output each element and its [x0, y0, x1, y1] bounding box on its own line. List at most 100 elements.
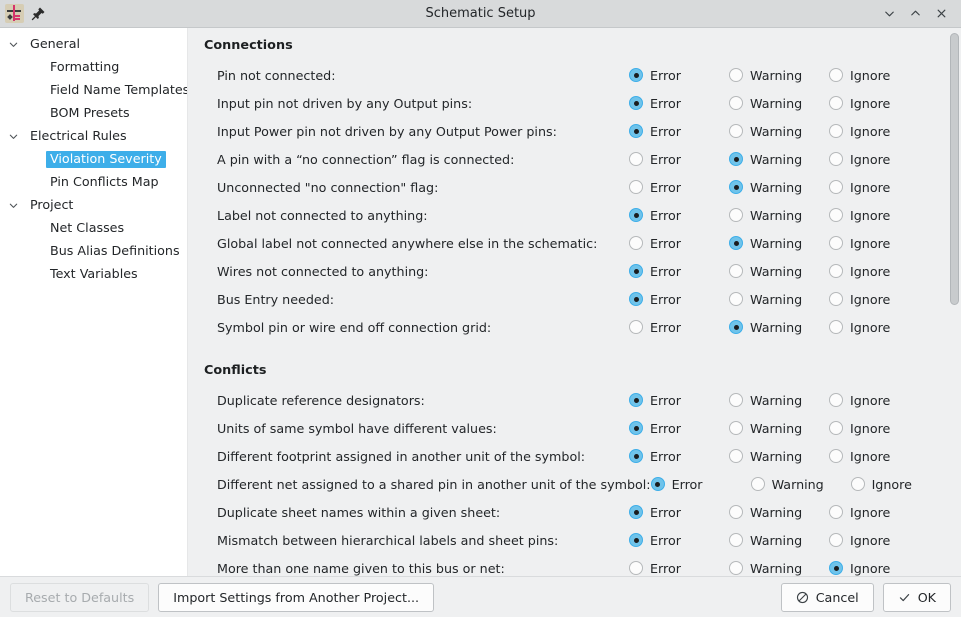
sidebar-item-violation-severity[interactable]: Violation Severity [0, 148, 187, 171]
import-settings-button[interactable]: Import Settings from Another Project... [158, 583, 434, 612]
radio-error[interactable]: Error [629, 264, 729, 279]
radio-indicator[interactable] [629, 208, 643, 222]
radio-indicator[interactable] [629, 180, 643, 194]
vertical-scrollbar[interactable] [947, 28, 961, 576]
radio-indicator[interactable] [729, 421, 743, 435]
radio-ignore[interactable]: Ignore [829, 421, 929, 436]
sidebar-item-general[interactable]: General [0, 33, 187, 56]
radio-error[interactable]: Error [629, 208, 729, 223]
radio-indicator[interactable] [829, 505, 843, 519]
cancel-button[interactable]: Cancel [781, 583, 874, 612]
radio-ignore[interactable]: Ignore [829, 180, 929, 195]
radio-ignore[interactable]: Ignore [829, 505, 929, 520]
radio-indicator[interactable] [629, 561, 643, 575]
radio-indicator[interactable] [729, 505, 743, 519]
radio-ignore[interactable]: Ignore [829, 533, 929, 548]
radio-indicator[interactable] [829, 68, 843, 82]
radio-ignore[interactable]: Ignore [829, 320, 929, 335]
radio-error[interactable]: Error [629, 124, 729, 139]
radio-indicator[interactable] [829, 180, 843, 194]
radio-ignore[interactable]: Ignore [829, 68, 929, 83]
radio-ignore[interactable]: Ignore [829, 96, 929, 111]
radio-indicator[interactable] [629, 449, 643, 463]
radio-ignore[interactable]: Ignore [829, 393, 929, 408]
sidebar-item-bom-presets[interactable]: BOM Presets [0, 102, 187, 125]
radio-ignore[interactable]: Ignore [829, 236, 929, 251]
scrollbar-thumb[interactable] [950, 33, 959, 305]
radio-indicator[interactable] [729, 393, 743, 407]
radio-warning[interactable]: Warning [729, 124, 829, 139]
radio-indicator[interactable] [829, 393, 843, 407]
radio-ignore[interactable]: Ignore [829, 264, 929, 279]
radio-ignore[interactable]: Ignore [829, 561, 929, 576]
radio-ignore[interactable]: Ignore [829, 449, 929, 464]
radio-ignore[interactable]: Ignore [829, 208, 929, 223]
radio-ignore[interactable]: Ignore [829, 124, 929, 139]
radio-indicator[interactable] [829, 320, 843, 334]
radio-warning[interactable]: Warning [729, 180, 829, 195]
radio-indicator[interactable] [729, 449, 743, 463]
radio-warning[interactable]: Warning [729, 561, 829, 576]
radio-indicator[interactable] [851, 477, 865, 491]
radio-indicator[interactable] [829, 421, 843, 435]
radio-indicator[interactable] [829, 449, 843, 463]
sidebar-item-formatting[interactable]: Formatting [0, 56, 187, 79]
radio-indicator[interactable] [629, 124, 643, 138]
radio-warning[interactable]: Warning [729, 236, 829, 251]
radio-error[interactable]: Error [629, 152, 729, 167]
sidebar-item-net-classes[interactable]: Net Classes [0, 217, 187, 240]
radio-error[interactable]: Error [629, 292, 729, 307]
radio-error[interactable]: Error [629, 393, 729, 408]
radio-indicator[interactable] [829, 561, 843, 575]
radio-indicator[interactable] [729, 180, 743, 194]
radio-warning[interactable]: Warning [729, 393, 829, 408]
sidebar-item-text-variables[interactable]: Text Variables [0, 263, 187, 286]
radio-indicator[interactable] [629, 421, 643, 435]
radio-indicator[interactable] [729, 264, 743, 278]
radio-indicator[interactable] [729, 152, 743, 166]
radio-error[interactable]: Error [629, 96, 729, 111]
radio-indicator[interactable] [829, 533, 843, 547]
radio-indicator[interactable] [629, 152, 643, 166]
radio-indicator[interactable] [751, 477, 765, 491]
chevron-down-icon[interactable] [0, 131, 26, 142]
radio-indicator[interactable] [829, 236, 843, 250]
radio-warning[interactable]: Warning [729, 208, 829, 223]
radio-error[interactable]: Error [629, 236, 729, 251]
radio-warning[interactable]: Warning [751, 477, 851, 492]
radio-indicator[interactable] [629, 236, 643, 250]
radio-error[interactable]: Error [629, 561, 729, 576]
radio-indicator[interactable] [629, 264, 643, 278]
pushpin-icon[interactable] [31, 6, 46, 21]
radio-indicator[interactable] [729, 208, 743, 222]
radio-indicator[interactable] [629, 320, 643, 334]
radio-error[interactable]: Error [629, 421, 729, 436]
radio-warning[interactable]: Warning [729, 505, 829, 520]
radio-error[interactable]: Error [629, 180, 729, 195]
radio-error[interactable]: Error [629, 320, 729, 335]
shade-button[interactable] [877, 2, 901, 26]
radio-indicator[interactable] [729, 292, 743, 306]
sidebar-item-field-name-templates[interactable]: Field Name Templates [0, 79, 187, 102]
radio-indicator[interactable] [729, 320, 743, 334]
radio-indicator[interactable] [829, 292, 843, 306]
radio-indicator[interactable] [829, 152, 843, 166]
sidebar-item-electrical-rules[interactable]: Electrical Rules [0, 125, 187, 148]
chevron-down-icon[interactable] [0, 39, 26, 50]
radio-indicator[interactable] [629, 292, 643, 306]
radio-indicator[interactable] [629, 68, 643, 82]
sidebar-item-bus-alias-definitions[interactable]: Bus Alias Definitions [0, 240, 187, 263]
sidebar-item-project[interactable]: Project [0, 194, 187, 217]
chevron-down-icon[interactable] [0, 200, 26, 211]
radio-warning[interactable]: Warning [729, 152, 829, 167]
radio-ignore[interactable]: Ignore [829, 152, 929, 167]
radio-indicator[interactable] [829, 264, 843, 278]
radio-indicator[interactable] [729, 561, 743, 575]
reset-to-defaults-button[interactable]: Reset to Defaults [10, 583, 149, 612]
close-button[interactable] [929, 2, 953, 26]
radio-warning[interactable]: Warning [729, 320, 829, 335]
radio-indicator[interactable] [629, 96, 643, 110]
radio-indicator[interactable] [729, 96, 743, 110]
radio-warning[interactable]: Warning [729, 421, 829, 436]
radio-warning[interactable]: Warning [729, 533, 829, 548]
